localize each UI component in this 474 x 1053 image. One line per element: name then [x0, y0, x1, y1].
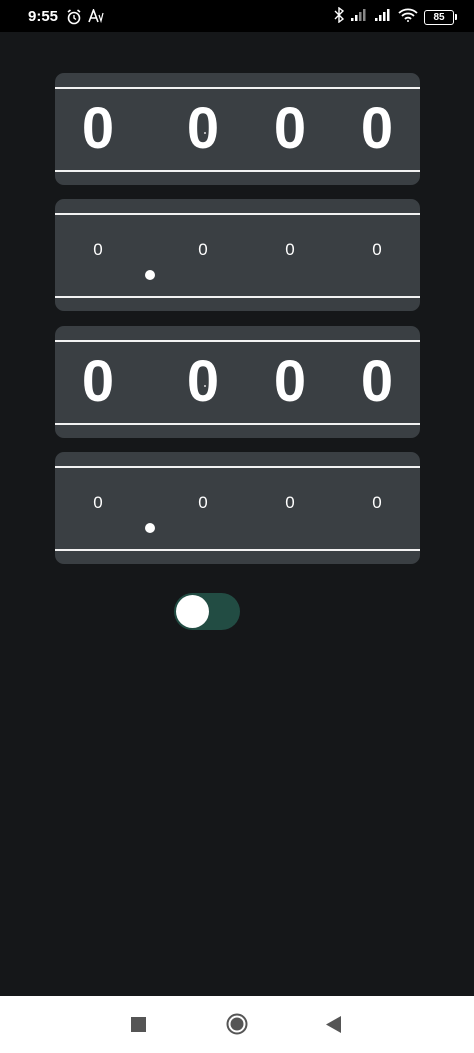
wifi-icon	[398, 8, 418, 27]
divider	[55, 213, 420, 215]
decimal-point	[145, 523, 155, 533]
counter-digit: 0	[81, 349, 115, 414]
counter-digit: 0	[285, 493, 295, 512]
decimal-point	[145, 270, 155, 280]
counter-digit: 0	[360, 349, 394, 414]
alarm-icon	[66, 9, 82, 30]
font-size-icon	[88, 7, 104, 28]
counter-digit: 0	[360, 96, 394, 161]
counter-panel-large-1: 0 0 0 0	[55, 73, 420, 185]
signal-icon	[350, 8, 368, 27]
recent-apps-icon[interactable]	[131, 1017, 146, 1037]
divider	[55, 340, 420, 342]
counter-digit: 0	[81, 96, 115, 161]
divider	[55, 87, 420, 89]
divider	[55, 423, 420, 425]
signal-icon	[374, 8, 392, 27]
divider	[55, 170, 420, 172]
counter-digit: 0	[273, 349, 307, 414]
counter-digit: 0	[93, 240, 103, 259]
back-icon[interactable]	[326, 1016, 341, 1038]
counter-digit: 0	[186, 349, 220, 414]
counter-panel-small-2: 0 0 0 0	[55, 452, 420, 564]
counter-digit: 0	[372, 240, 382, 259]
counter-digit: 0	[285, 240, 295, 259]
counter-panel-small-1: 0 0 0 0	[55, 199, 420, 311]
counter-digit: 0	[198, 240, 208, 259]
toggle-knob[interactable]	[176, 595, 209, 628]
toggle-switch[interactable]	[174, 593, 240, 630]
divider	[55, 466, 420, 468]
home-icon[interactable]	[226, 1013, 248, 1040]
status-bar: 9:55 85	[0, 0, 474, 32]
counter-digit: 0	[372, 493, 382, 512]
counter-panel-large-2: 0 0 0 0	[55, 326, 420, 438]
counter-digit: 0	[93, 493, 103, 512]
bluetooth-icon	[334, 6, 345, 28]
battery-icon: 85	[424, 9, 457, 25]
status-time: 9:55	[28, 8, 59, 25]
battery-level: 85	[433, 11, 445, 23]
navigation-bar	[0, 996, 474, 1053]
divider	[55, 549, 420, 551]
counter-digit: 0	[198, 493, 208, 512]
counter-digit: 0	[186, 96, 220, 161]
divider	[55, 296, 420, 298]
counter-digit: 0	[273, 96, 307, 161]
